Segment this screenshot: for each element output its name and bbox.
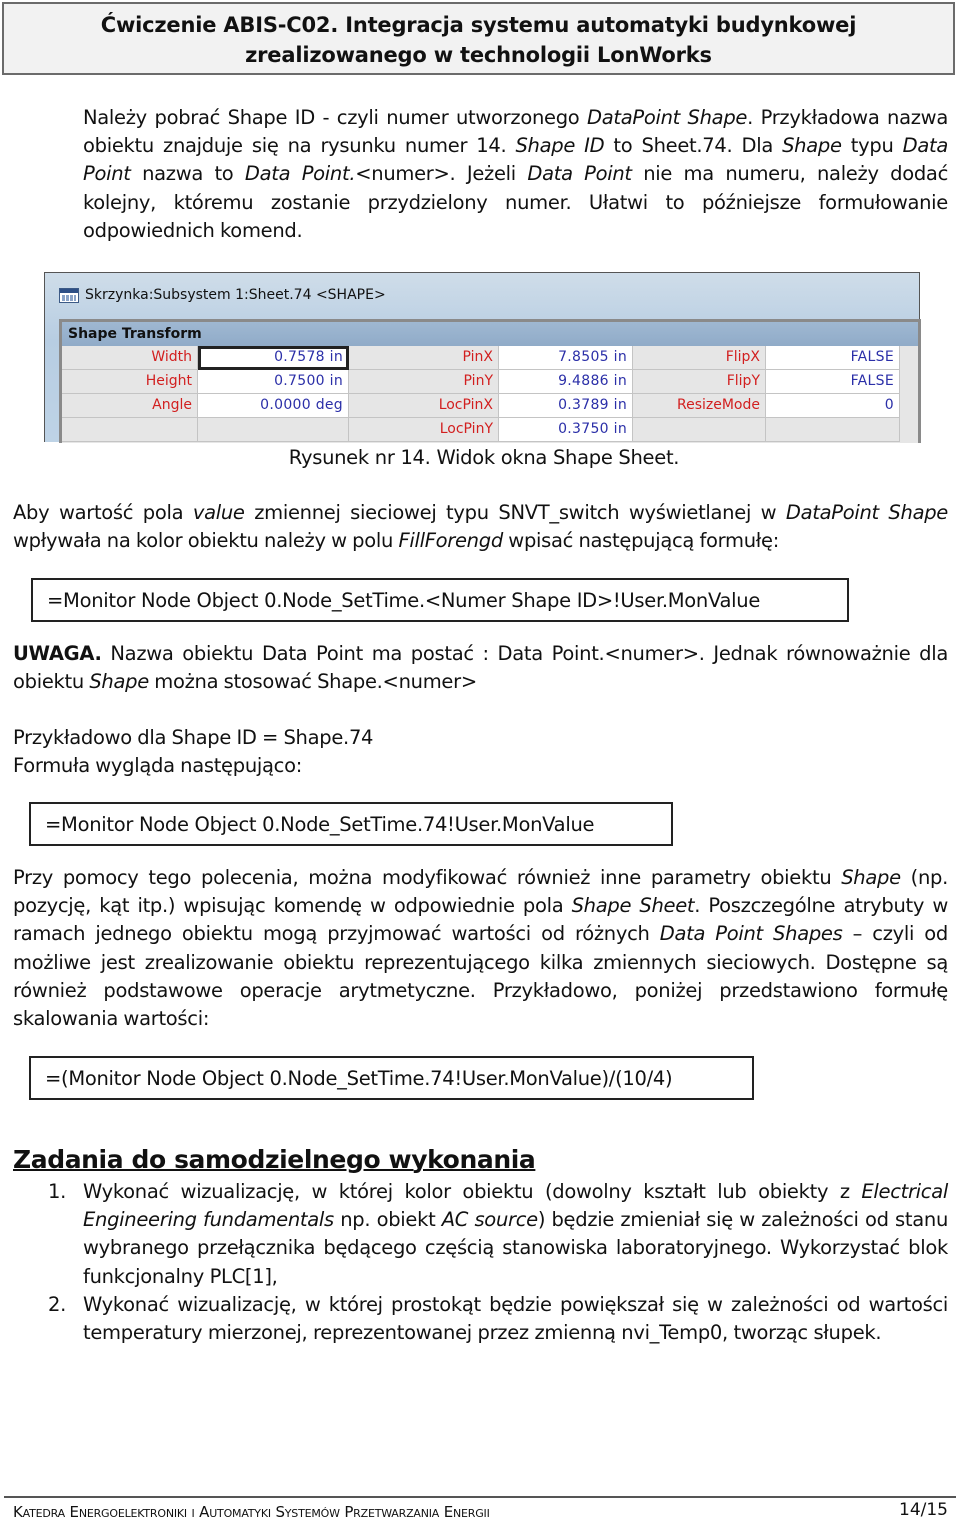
cell-label-empty bbox=[633, 418, 766, 442]
text-run: <numer>. Jeżeli bbox=[355, 162, 528, 186]
text-run: Aby wartość pola bbox=[13, 501, 193, 524]
text-run: nazwa to bbox=[130, 162, 245, 186]
cell-value-flipx[interactable]: FALSE bbox=[766, 346, 900, 370]
formula-text: =(Monitor Node Object 0.Node_SetTime.74!… bbox=[45, 1066, 673, 1090]
formula-intro-paragraph: Aby wartość pola value zmiennej sieciowe… bbox=[13, 499, 948, 555]
task-list: 1. Wykonać wizualizację, w której kolor o… bbox=[44, 1178, 948, 1347]
formula-text: =Monitor Node Object 0.Node_SetTime.<Num… bbox=[47, 588, 761, 612]
text-run: Wykonać wizualizację, w której kolor obi… bbox=[83, 1180, 862, 1203]
text-run: można stosować Shape.<numer> bbox=[148, 670, 477, 694]
task-number: 2. bbox=[48, 1292, 67, 1316]
formula-text: =Monitor Node Object 0.Node_SetTime.74!U… bbox=[45, 812, 595, 836]
text-run: Należy pobrać Shape ID - czyli numer utw… bbox=[83, 106, 587, 129]
cell-label-locpinx: LocPinX bbox=[349, 394, 499, 418]
task-text: Wykonać wizualizację, w której prostokąt… bbox=[83, 1293, 948, 1344]
emphasis-text: Shape Sheet bbox=[571, 894, 695, 918]
cell-value-pinx[interactable]: 7.8505 in bbox=[499, 346, 633, 370]
task-number: 1. bbox=[48, 1180, 67, 1203]
text-run: Przy pomocy tego polecenia, można modyfi… bbox=[13, 866, 842, 889]
cell-label-flipy: FlipY bbox=[633, 370, 766, 394]
cell-label-locpiny: LocPinY bbox=[349, 418, 499, 442]
emphasis-text: DataPoint Shape bbox=[785, 501, 948, 524]
shape-sheet-panel: Shape Transform Width 0.7578 in PinX 7.8505… bbox=[59, 319, 921, 443]
intro-paragraph: Należy pobrać Shape ID - czyli numer utw… bbox=[83, 104, 948, 245]
text-run: zmiennej sieciowej typu SNVT_switch wyśw… bbox=[244, 501, 786, 524]
cell-label-resizemode: ResizeMode bbox=[633, 394, 766, 418]
footer-divider bbox=[4, 1496, 956, 1498]
emphasis-text: Shape bbox=[841, 866, 901, 889]
cell-value-resizemode[interactable]: 0 bbox=[766, 394, 900, 418]
figure-caption: Rysunek nr 14. Widok okna Shape Sheet. bbox=[288, 446, 680, 469]
emphasis-text: Data Point bbox=[527, 162, 632, 186]
cell-value-locpiny[interactable]: 0.3750 in bbox=[499, 418, 633, 442]
task-item: 2. Wykonać wizualizację, w której prostok… bbox=[44, 1291, 948, 1347]
emphasis-text: Shape bbox=[89, 670, 149, 694]
example-line1: Przykładowo dla Shape ID = Shape.74 bbox=[13, 726, 374, 749]
cell-value-height[interactable]: 0.7500 in bbox=[198, 370, 349, 394]
cell-label-pinx: PinX bbox=[349, 346, 499, 370]
formula-box-example: =Monitor Node Object 0.Node_SetTime.74!U… bbox=[29, 802, 673, 846]
emphasis-text: FillForengd bbox=[398, 529, 503, 553]
shape-sheet-window-title: Skrzynka:Subsystem 1:Sheet.74 <SHAPE> bbox=[85, 287, 386, 303]
cell-label-width: Width bbox=[62, 346, 198, 370]
shape-sheet-titlebar: Skrzynka:Subsystem 1:Sheet.74 <SHAPE> bbox=[59, 287, 386, 303]
note-paragraph: UWAGA. Nazwa obiektu Data Point ma posta… bbox=[13, 640, 948, 696]
note-text: Nazwa obiektu Data Point ma postać : Dat… bbox=[13, 642, 948, 693]
emphasis-text: Data Point. bbox=[244, 162, 356, 186]
text-run: wpływała na kolor obiektu należy w polu bbox=[13, 529, 399, 553]
emphasis-text: DataPoint Shape bbox=[587, 106, 748, 129]
shape-sheet-window: Skrzynka:Subsystem 1:Sheet.74 <SHAPE> Sh… bbox=[44, 272, 921, 443]
cell-value-empty bbox=[766, 418, 900, 442]
text-run: Wykonać wizualizację, w której prostokąt… bbox=[83, 1292, 948, 1345]
cell-value-piny[interactable]: 9.4886 in bbox=[499, 370, 633, 394]
note-label: UWAGA. bbox=[13, 642, 102, 665]
example-paragraph: Przykładowo dla Shape ID = Shape.74 Form… bbox=[13, 724, 948, 780]
cell-label-height: Height bbox=[62, 370, 198, 394]
shape-sheet-window-icon bbox=[59, 287, 79, 303]
text-run: typu bbox=[841, 134, 903, 158]
emphasis-text: Shape bbox=[782, 134, 842, 158]
emphasis-text: Shape ID bbox=[515, 134, 605, 158]
cell-value-width[interactable]: 0.7578 in bbox=[198, 346, 349, 370]
emphasis-text: value bbox=[192, 501, 245, 524]
header-title-line2: zrealizowanego w technologii LonWorks bbox=[245, 43, 712, 67]
section-header-shape-transform[interactable]: Shape Transform bbox=[62, 322, 918, 346]
formula-box-scaling: =(Monitor Node Object 0.Node_SetTime.74!… bbox=[29, 1056, 754, 1100]
text-run: to Sheet.74. Dla bbox=[604, 134, 783, 158]
formula-box-generic: =Monitor Node Object 0.Node_SetTime.<Num… bbox=[31, 578, 849, 622]
document-header: Ćwiczenie ABIS-C02. Integracja systemu a… bbox=[2, 2, 955, 75]
cell-label-angle: Angle bbox=[62, 394, 198, 418]
tasks-heading: Zadania do samodzielnego wykonania bbox=[13, 1145, 536, 1174]
footer-department: Katedra Energoelektroniki i Automatyki S… bbox=[13, 1503, 490, 1521]
text-run: np. obiekt bbox=[333, 1208, 442, 1232]
cell-value-locpinx[interactable]: 0.3789 in bbox=[499, 394, 633, 418]
cell-label-piny: PinY bbox=[349, 370, 499, 394]
header-title-line1: Ćwiczenie ABIS-C02. Integracja systemu a… bbox=[100, 13, 857, 37]
task-text: Wykonać wizualizację, w której kolor obi… bbox=[83, 1180, 948, 1288]
task-item: 1. Wykonać wizualizację, w której kolor o… bbox=[44, 1178, 948, 1291]
cell-value-empty bbox=[198, 418, 349, 442]
cell-label-empty bbox=[62, 418, 198, 442]
example-line2: Formuła wygląda następująco: bbox=[13, 754, 302, 778]
modification-paragraph: Przy pomocy tego polecenia, można modyfi… bbox=[13, 864, 948, 1033]
emphasis-text: Data Point Shapes bbox=[659, 922, 843, 946]
cell-value-angle[interactable]: 0.0000 deg bbox=[198, 394, 349, 418]
cell-label-flipx: FlipX bbox=[633, 346, 766, 370]
shape-transform-grid: Width 0.7578 in PinX 7.8505 in FlipX FALSE Hei… bbox=[62, 346, 918, 442]
text-run: wpisać następującą formułę: bbox=[502, 529, 779, 553]
cell-value-flipy[interactable]: FALSE bbox=[766, 370, 900, 394]
emphasis-text: AC source bbox=[441, 1208, 538, 1232]
footer-page-number: 14/15 bbox=[899, 1500, 948, 1520]
